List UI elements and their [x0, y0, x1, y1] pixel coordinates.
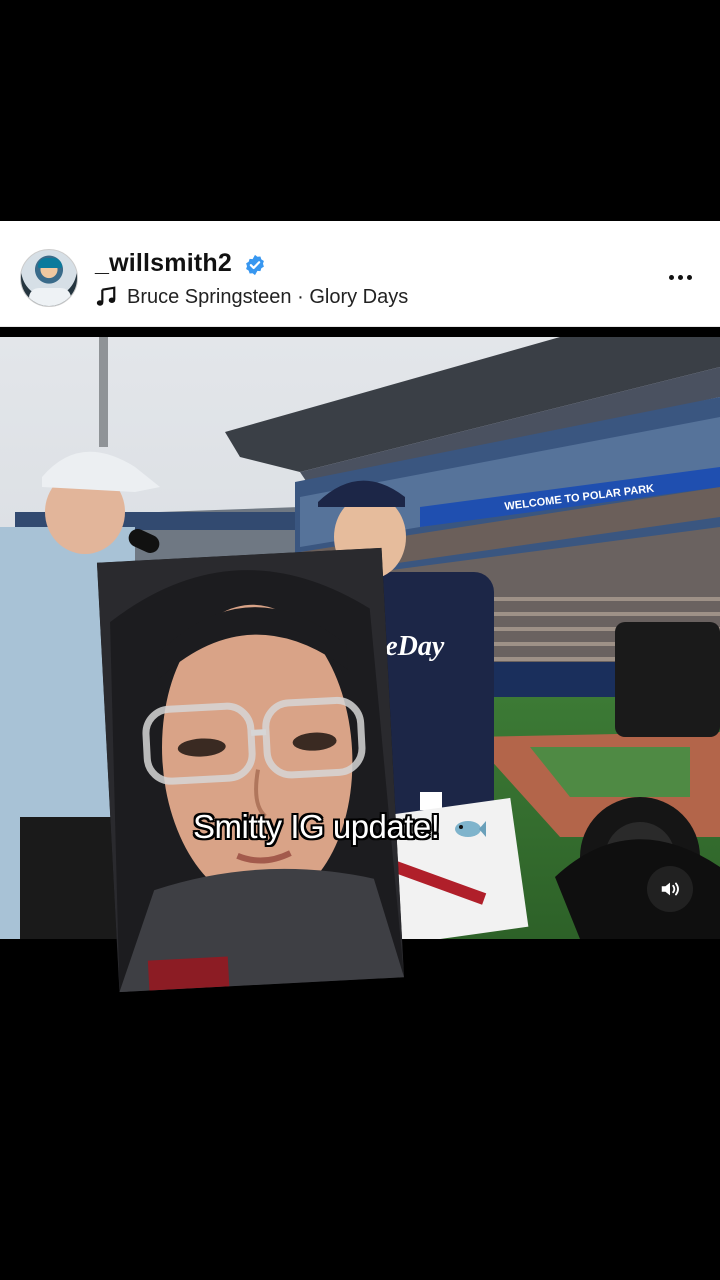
video-caption: Smitty IG update!: [193, 808, 487, 852]
song-label: Bruce Springsteen · Glory Days: [127, 285, 409, 308]
music-row[interactable]: Bruce Springsteen · Glory Days: [95, 284, 408, 310]
speaker-icon: [661, 882, 679, 896]
selfie-overlay[interactable]: [96, 547, 405, 993]
fish-emoji-icon: [455, 821, 487, 838]
avatar-jersey: [29, 288, 71, 306]
avatar[interactable]: [20, 249, 78, 307]
music-note-icon: [96, 286, 116, 306]
more-options-icon[interactable]: [660, 266, 700, 288]
avatar-cap: [38, 258, 62, 268]
username[interactable]: _willsmith2: [95, 249, 232, 278]
selfie-image: [96, 547, 405, 993]
verified-badge-icon: [246, 254, 264, 276]
caption-text: Smitty IG update!: [193, 808, 440, 845]
post-header: _willsmith2 Bruce Springsteen · Glory Da…: [0, 221, 720, 327]
sound-toggle-button[interactable]: [647, 866, 693, 912]
